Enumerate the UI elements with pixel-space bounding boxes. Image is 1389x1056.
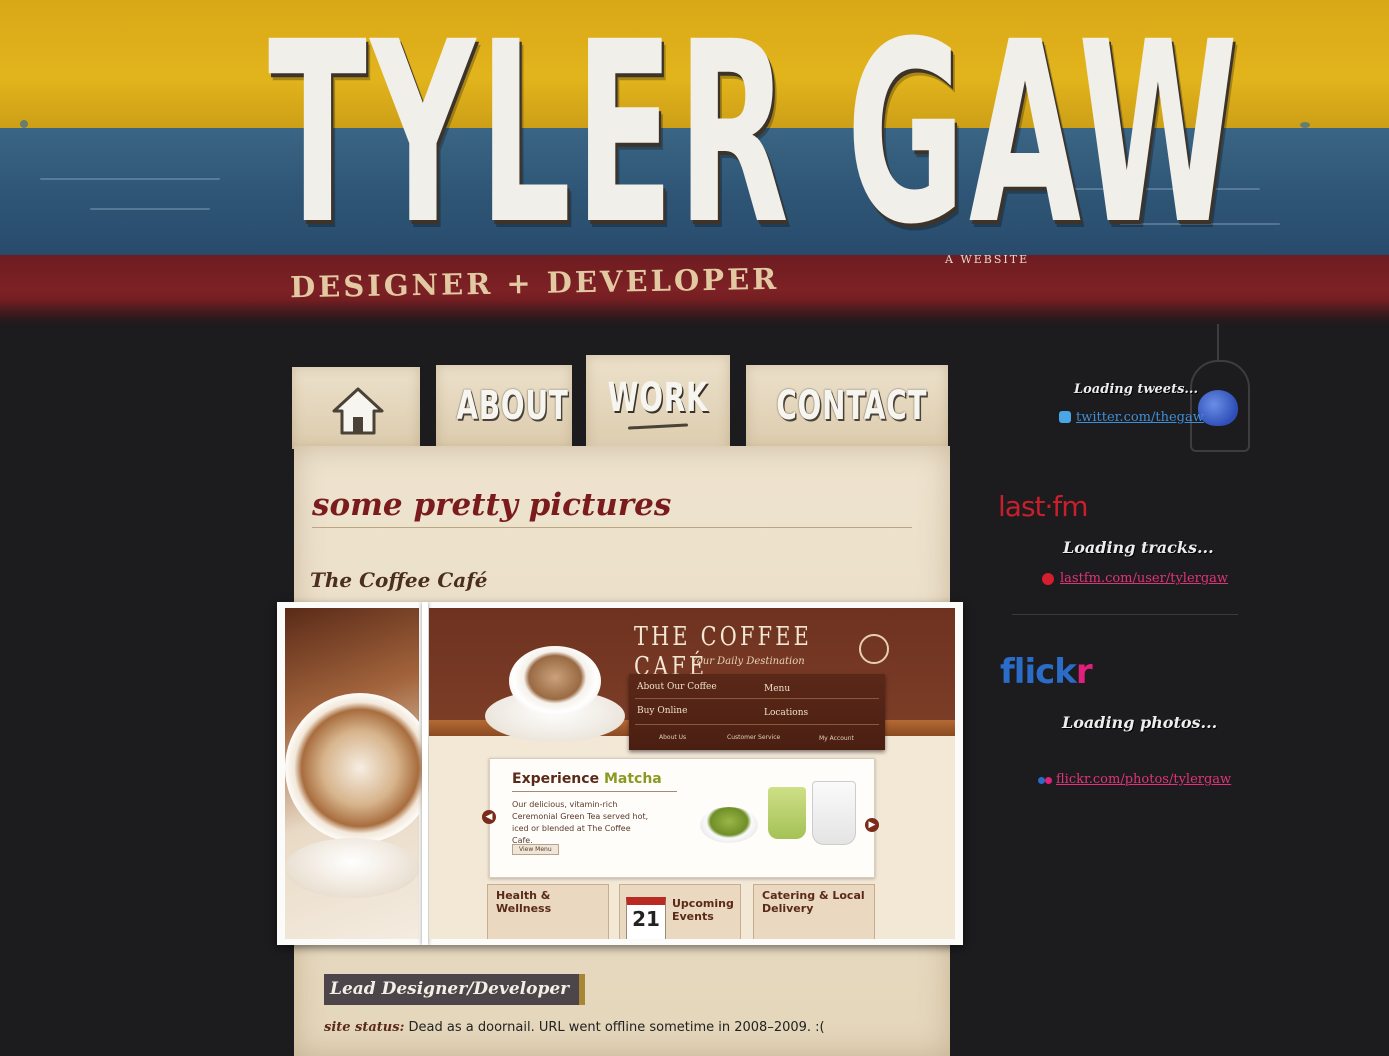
cc-box-health: Health & Wellness [487,884,609,939]
screenshot-detail-crop [285,608,435,939]
cc-cup-image [509,646,601,716]
tab-home[interactable] [292,367,420,449]
cc-site-name: THE COFFEE CAFÉ [634,622,813,682]
site-logo-title[interactable]: TYLER GAW [268,0,1238,274]
calendar-icon: 21 [626,897,666,939]
screenshot-site-preview: THE COFFEE CAFÉ Your Daily Destination A… [429,608,955,939]
coffee-cup-image [285,693,435,843]
cc-nav-item: Locations [764,708,809,718]
lastfm-link[interactable]: lastfm.com/user/tylergaw [1060,571,1228,586]
project-title: The Coffee Café [310,568,488,592]
header-banner: TYLER GAW DESIGNER + DEVELOPER A WEBSITE [0,0,1389,325]
site-status-label: site status: [324,1020,405,1035]
tab-contact-label: CONTACT [776,383,928,429]
flickr-logo-pink: r [1075,652,1093,692]
cc-nav-item: Menu [764,684,791,694]
role-badge: Lead Designer/Developer [324,974,586,1005]
cc-iced-tea-image [768,787,806,839]
cc-box-label: Catering & Local Delivery [762,889,865,915]
twitter-icon [1059,411,1071,423]
tab-work-label: WORK [607,375,709,421]
paint-splat [20,120,28,128]
tab-contact[interactable]: CONTACT [746,365,948,449]
lastfm-icon [1042,573,1054,585]
cc-feature-title-1: Experience [512,771,600,787]
flickr-link[interactable]: flickr.com/photos/tylergaw [1056,772,1231,787]
cc-box-events: 21 Upcoming Events [619,884,741,939]
site-status: site status: Dead as a doornail. URL wen… [324,1020,825,1035]
cc-nav-item: Buy Online [637,706,688,716]
project-screenshot[interactable]: THE COFFEE CAFÉ Your Daily Destination A… [277,602,963,945]
cc-box-label: Health & Wellness [496,889,552,915]
cc-cup-image [812,781,856,845]
tab-about-label: ABOUT [456,383,569,429]
screenshot-divider [422,602,428,945]
wave-decoration [40,178,220,180]
saucer-image [285,838,419,898]
site-sub-label: A WEBSITE [945,253,1030,266]
cc-nav-item: About Our Coffee [637,682,717,692]
home-icon [332,387,384,435]
cc-feature-box: Experience Matcha Our delicious, vitamin… [489,758,875,878]
page-title: some pretty pictures [312,487,672,523]
cc-nav: About Our Coffee Menu Buy Online Locatio… [629,674,885,750]
twitter-loading-text: Loading tweets... [1074,382,1198,397]
cc-feature-title-2: Matcha [603,771,662,787]
paint-splat [1300,122,1310,128]
site-status-text: Dead as a doornail. URL went offline som… [408,1020,825,1035]
cage-hanger [1217,324,1219,362]
cc-view-menu-button: View Menu [512,844,559,855]
flickr-loading-text: Loading photos... [1062,713,1218,732]
cc-subnav-item: Customer Service [727,734,781,741]
twitter-link[interactable]: twitter.com/thegaw [1076,410,1204,425]
cc-nav-divider [635,698,879,699]
sidebar-divider [1012,614,1238,615]
twitter-bird-icon [1198,390,1238,426]
lastfm-logo: last·fm [998,490,1089,523]
flickr-dot-pink-icon [1045,777,1052,784]
title-divider [312,527,912,528]
cc-box-catering: Catering & Local Delivery [753,884,875,939]
cc-slogan: Your Daily Destination [691,656,805,667]
flickr-dot-blue-icon [1038,777,1045,784]
flickr-logo: flickr [1000,652,1093,692]
cc-feature-text: Our delicious, vitamin-rich Ceremonial G… [512,800,649,845]
banner-torn-edge [0,300,1389,325]
cc-logo-icon [859,634,889,664]
cc-feature-rule [512,791,677,792]
wave-decoration [90,208,210,210]
tab-about[interactable]: ABOUT [436,365,572,449]
main-nav: ABOUT WORK CONTACT [292,355,952,455]
cc-feature-title: Experience Matcha [512,771,662,787]
cc-matcha-bowl-image [700,807,758,843]
cc-subnav-item: My Account [819,735,854,742]
cc-next-arrow-icon: ▶ [865,818,879,832]
tab-work[interactable]: WORK [586,355,730,455]
cc-nav-divider [635,724,879,725]
flickr-logo-blue: flick [1000,652,1077,692]
lastfm-loading-text: Loading tracks... [1063,538,1214,557]
tab-work-underline [627,423,689,430]
cc-box-label: Upcoming Events [672,897,734,923]
cc-prev-arrow-icon: ◀ [482,810,496,824]
cc-subnav-item: About Us [659,734,687,741]
